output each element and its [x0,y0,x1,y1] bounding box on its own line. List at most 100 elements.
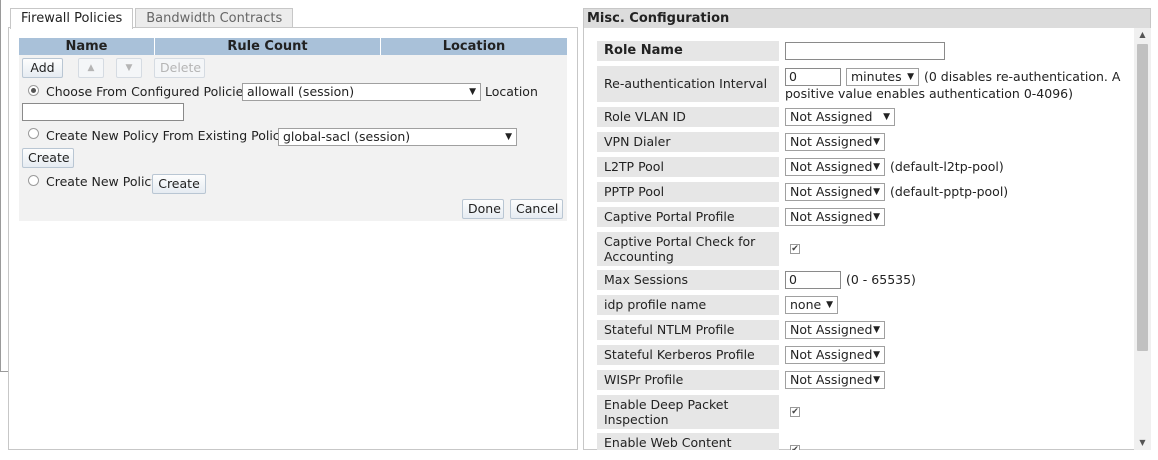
tab-content: Name Rule Count Location Add ▲ ▼ Delete … [8,27,578,450]
ntlm-profile-select[interactable]: Not Assigned ▼ [785,321,885,339]
tab-bandwidth-contracts[interactable]: Bandwidth Contracts [135,8,294,28]
pptp-pool-label: PPTP Pool [597,182,779,202]
max-sessions-label: Max Sessions [597,270,779,290]
scrollbar-thumb[interactable] [1137,44,1148,351]
tab-bar: Firewall Policies Bandwidth Contracts [10,8,295,29]
reauth-interval-input[interactable]: 0 [785,68,841,86]
captive-portal-profile-select[interactable]: Not Assigned ▼ [785,208,885,226]
chevron-down-icon: ▼ [883,112,890,122]
move-down-button[interactable]: ▼ [116,58,142,78]
configured-policy-select[interactable]: allowall (session) ▼ [242,83,481,101]
scroll-down-arrow-icon[interactable]: ▼ [1134,436,1151,450]
web-content-label: Enable Web Content [597,433,779,450]
wispr-profile-value: Not Assigned [790,372,873,387]
pptp-pool-note: (default-pptp-pool) [890,184,1009,199]
firewall-panel: Firewall Policies Bandwidth Contracts Na… [8,8,578,450]
checkmark-icon: ✔ [791,244,799,254]
vpn-dialer-select[interactable]: Not Assigned ▼ [785,133,885,151]
chevron-down-icon: ▼ [907,72,914,82]
vertical-scrollbar[interactable]: ▲ ▼ [1134,28,1151,450]
window-edge-tick [0,371,8,372]
existing-policy-value: global-sacl (session) [283,129,411,144]
column-header-rule-count[interactable]: Rule Count [155,38,381,55]
config-form: Role Name Re-authentication Interval 0 m… [584,28,1134,450]
new-policy-label: Create New Policy [46,174,159,189]
move-up-button[interactable]: ▲ [78,58,104,78]
reauth-note-line2: positive value enables authentication 0-… [785,86,1073,101]
reauth-unit-value: minutes [851,69,902,84]
deep-packet-inspection-checkbox[interactable]: ✔ [790,407,800,417]
configured-policies-radio[interactable] [28,85,39,96]
done-button[interactable]: Done [462,199,504,219]
role-vlan-label: Role VLAN ID [597,107,779,127]
vpn-dialer-value: Not Assigned [790,134,873,149]
ntlm-profile-value: Not Assigned [790,322,873,337]
policy-table-header: Name Rule Count Location [19,38,567,55]
configured-policies-label: Choose From Configured Policies [46,84,250,99]
window-edge [0,0,1,372]
reauth-note-line1: (0 disables re-authentication. A [924,69,1121,84]
location-label: Location [485,84,538,99]
existing-policy-select[interactable]: global-sacl (session) ▼ [278,128,517,146]
captive-portal-check-label: Captive Portal Check for Accounting [597,232,779,266]
checkmark-icon: ✔ [791,407,799,417]
max-sessions-input[interactable]: 0 [785,271,841,289]
configured-policy-value: allowall (session) [247,84,355,99]
panel-title: Misc. Configuration [584,9,1150,28]
chevron-down-icon: ▼ [873,212,880,222]
role-vlan-select[interactable]: Not Assigned ▼ [785,108,895,126]
l2tp-pool-note: (default-l2tp-pool) [890,159,1004,174]
existing-policy-radio[interactable] [28,128,39,139]
create-new-policy-button[interactable]: Create [152,174,206,194]
role-name-label: Role Name [597,41,779,61]
role-vlan-value: Not Assigned [790,109,873,124]
checkmark-icon: ✔ [791,445,799,451]
chevron-down-icon: ▼ [505,132,512,142]
column-header-name[interactable]: Name [19,38,155,55]
l2tp-pool-value: Not Assigned [790,159,873,174]
vpn-dialer-label: VPN Dialer [597,132,779,152]
kerberos-profile-value: Not Assigned [790,347,873,362]
reauth-label: Re-authentication Interval [597,66,779,102]
reauth-unit-select[interactable]: minutes ▼ [846,68,919,86]
scroll-up-arrow-icon[interactable]: ▲ [1134,28,1151,42]
add-button[interactable]: Add [22,58,63,78]
chevron-down-icon: ▼ [873,137,880,147]
column-header-location[interactable]: Location [381,38,567,55]
idp-profile-label: idp profile name [597,295,779,315]
max-sessions-note: (0 - 65535) [846,272,916,287]
l2tp-pool-label: L2TP Pool [597,157,779,177]
misc-configuration-panel: Misc. Configuration Role Name Re-authent… [583,8,1151,450]
deep-packet-inspection-label: Enable Deep Packet Inspection [597,395,779,429]
kerberos-profile-select[interactable]: Not Assigned ▼ [785,346,885,364]
existing-policy-label: Create New Policy From Existing Policy [46,128,288,143]
policy-editor: Name Rule Count Location Add ▲ ▼ Delete … [19,38,567,221]
l2tp-pool-select[interactable]: Not Assigned ▼ [785,158,885,176]
idp-profile-value: none [790,297,822,312]
pptp-pool-select[interactable]: Not Assigned ▼ [785,183,885,201]
captive-portal-profile-label: Captive Portal Profile [597,207,779,227]
chevron-down-icon: ▼ [873,187,880,197]
chevron-down-icon: ▼ [873,162,880,172]
location-input[interactable] [22,103,184,121]
kerberos-profile-label: Stateful Kerberos Profile [597,345,779,365]
wispr-profile-select[interactable]: Not Assigned ▼ [785,371,885,389]
create-from-existing-button[interactable]: Create [22,148,74,168]
chevron-down-icon: ▼ [873,350,880,360]
pptp-pool-value: Not Assigned [790,184,873,199]
cancel-button[interactable]: Cancel [510,199,563,219]
new-policy-radio[interactable] [28,175,39,186]
delete-button[interactable]: Delete [154,58,205,78]
web-content-checkbox[interactable]: ✔ [790,445,800,450]
tab-firewall-policies[interactable]: Firewall Policies [10,8,134,29]
captive-portal-profile-value: Not Assigned [790,209,873,224]
idp-profile-select[interactable]: none ▼ [785,296,838,314]
ntlm-profile-label: Stateful NTLM Profile [597,320,779,340]
chevron-down-icon: ▼ [469,87,476,97]
wispr-profile-label: WISPr Profile [597,370,779,390]
chevron-down-icon: ▼ [873,375,880,385]
role-name-input[interactable] [785,42,945,60]
chevron-down-icon: ▼ [873,325,880,335]
captive-portal-check-checkbox[interactable]: ✔ [790,244,800,254]
chevron-down-icon: ▼ [826,300,833,310]
